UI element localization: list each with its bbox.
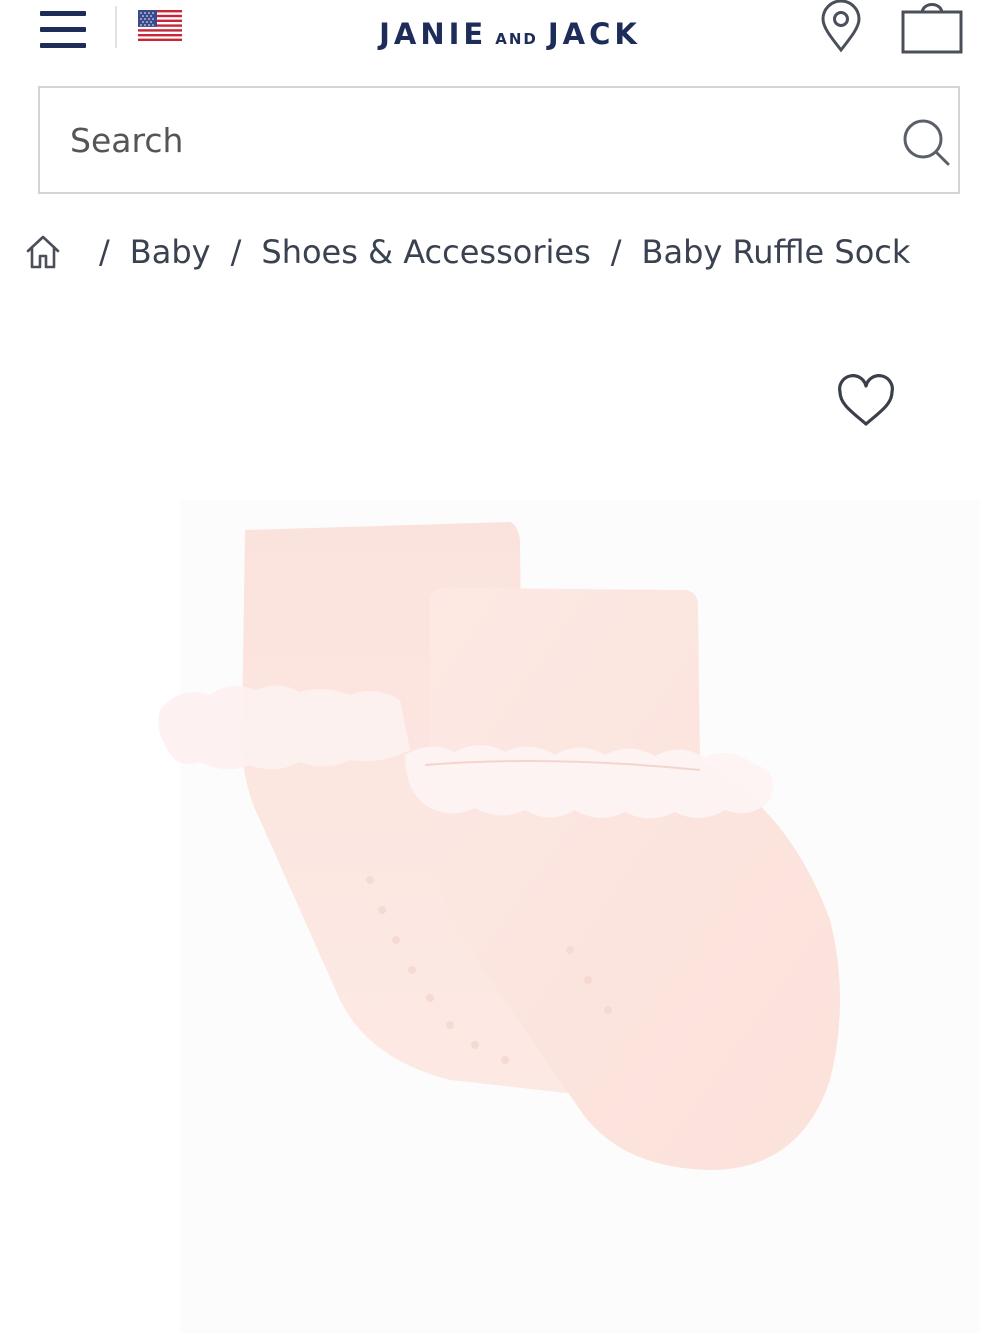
breadcrumb-shoes-accessories[interactable]: Shoes & Accessories xyxy=(261,233,590,271)
brand-logo[interactable]: JANIE AND JACK xyxy=(340,17,680,57)
brand-connector: AND xyxy=(495,30,538,48)
search-input[interactable] xyxy=(70,112,830,168)
header-divider xyxy=(115,6,117,48)
breadcrumb-baby[interactable]: Baby xyxy=(130,233,211,271)
location-pin-icon[interactable] xyxy=(818,0,864,54)
home-icon[interactable] xyxy=(25,234,61,270)
brand-name-left: JANIE xyxy=(379,17,488,51)
search-icon[interactable] xyxy=(902,118,952,168)
site-header: JANIE AND JACK xyxy=(0,0,1000,80)
shopping-bag-icon[interactable] xyxy=(898,0,966,56)
breadcrumb-separator: / xyxy=(230,233,242,271)
pink-ruffle-socks-image xyxy=(158,500,980,1333)
breadcrumb-current: Baby Ruffle Sock xyxy=(641,233,911,271)
heart-outline-icon[interactable] xyxy=(836,374,896,430)
breadcrumb-separator: / xyxy=(610,233,622,271)
breadcrumb-separator: / xyxy=(99,233,110,271)
us-flag-icon[interactable] xyxy=(138,10,182,41)
brand-name-right: JACK xyxy=(547,17,641,51)
search-bar xyxy=(38,86,960,194)
breadcrumb: / Baby / Shoes & Accessories / Baby Ruff… xyxy=(25,224,910,280)
menu-icon[interactable] xyxy=(38,9,88,51)
